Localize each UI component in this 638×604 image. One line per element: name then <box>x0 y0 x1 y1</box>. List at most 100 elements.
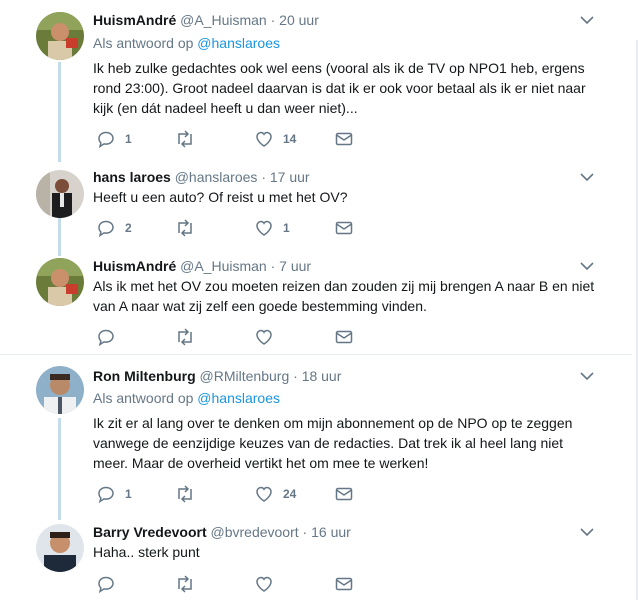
tweet-text-line: van A naar wat zij zelf een goede bestem… <box>93 298 427 314</box>
chevron-down-icon[interactable] <box>580 369 594 383</box>
like-button[interactable] <box>255 327 283 347</box>
display-name[interactable]: HuismAndré <box>93 258 176 274</box>
reply-count: 2 <box>125 221 132 235</box>
dot-separator: · <box>270 258 276 274</box>
timestamp[interactable]: 17 uur <box>270 169 310 185</box>
chevron-down-icon[interactable] <box>580 259 594 273</box>
dot-separator: · <box>302 524 308 540</box>
user-handle[interactable]: @hanslaroes <box>175 169 258 185</box>
dm-icon <box>335 577 353 591</box>
reply-button[interactable] <box>97 327 125 347</box>
reply-context: Als antwoord op @hanslaroes <box>93 390 280 406</box>
tweet-text-line: Als ik met het OV zou moeten reizen dan … <box>93 278 595 294</box>
like-button[interactable]: 14 <box>255 129 296 149</box>
reply-count: 1 <box>125 487 132 501</box>
like-count: 24 <box>283 487 297 501</box>
user-handle[interactable]: @A_Huisman <box>180 12 267 28</box>
reply-icon <box>98 329 114 346</box>
tweet-feed: HuismAndré @A_Huisman · 20 uur Als antwo… <box>0 0 632 604</box>
tweet-header: Ron Miltenburg @RMiltenburg · 18 uur <box>93 368 341 384</box>
avatar[interactable] <box>36 258 84 306</box>
dm-button[interactable] <box>335 327 353 347</box>
tweet[interactable]: HuismAndré @A_Huisman · 7 uur Als ik met… <box>0 250 632 354</box>
like-icon <box>256 131 272 147</box>
display-name[interactable]: Barry Vredevoort <box>93 524 207 540</box>
dm-icon <box>335 221 353 235</box>
retweet-button[interactable] <box>175 484 205 504</box>
avatar[interactable] <box>36 12 84 60</box>
dm-button[interactable] <box>335 484 353 504</box>
dm-icon <box>335 487 353 501</box>
tweet-actions <box>93 574 393 594</box>
like-button[interactable]: 24 <box>255 484 296 504</box>
retweet-button[interactable] <box>175 327 205 347</box>
like-icon <box>256 486 272 502</box>
user-handle[interactable]: @A_Huisman <box>180 258 267 274</box>
tweet-header: hans laroes @hanslaroes · 17 uur <box>93 169 310 185</box>
chevron-down-icon[interactable] <box>580 13 594 27</box>
timestamp[interactable]: 16 uur <box>311 524 351 540</box>
reply-prefix: Als antwoord op <box>93 390 194 406</box>
retweet-icon <box>178 328 192 346</box>
avatar[interactable] <box>36 366 84 414</box>
user-handle[interactable]: @RMiltenburg <box>200 368 290 384</box>
tweet-text: Ik heb zulke gedachtes ook wel eens (voo… <box>93 58 613 118</box>
timestamp[interactable]: 18 uur <box>302 368 342 384</box>
tweet-header: HuismAndré @A_Huisman · 20 uur <box>93 12 319 28</box>
retweet-button[interactable] <box>175 129 205 149</box>
dm-button[interactable] <box>335 129 353 149</box>
like-icon <box>256 329 272 345</box>
tweet-text: Heeft u een auto? Of reist u met het OV? <box>93 187 613 207</box>
reply-icon <box>98 486 114 503</box>
tweet-text-line: meer. Maar de overheid vertikt het om me… <box>93 455 429 471</box>
reply-button[interactable]: 1 <box>97 484 132 504</box>
like-count: 14 <box>283 132 297 146</box>
like-button[interactable] <box>255 574 283 594</box>
retweet-icon <box>178 485 192 503</box>
reply-button[interactable]: 1 <box>97 129 132 149</box>
like-count: 1 <box>283 221 290 235</box>
reply-icon <box>98 576 114 593</box>
dm-button[interactable] <box>335 218 353 238</box>
retweet-icon <box>178 575 192 593</box>
retweet-button[interactable] <box>175 218 205 238</box>
reply-count: 1 <box>125 132 132 146</box>
reply-icon <box>98 131 114 148</box>
display-name[interactable]: hans laroes <box>93 169 171 185</box>
tweet[interactable]: hans laroes @hanslaroes · 17 uur Heeft u… <box>0 160 632 250</box>
dot-separator: · <box>293 368 298 384</box>
dm-icon <box>335 330 353 344</box>
avatar[interactable] <box>36 524 84 572</box>
tweet-text: Als ik met het OV zou moeten reizen dan … <box>93 276 613 316</box>
timestamp[interactable]: 7 uur <box>279 258 311 274</box>
retweet-icon <box>178 130 192 148</box>
reply-handle-link[interactable]: @hanslaroes <box>197 35 280 51</box>
tweet[interactable]: Ron Miltenburg @RMiltenburg · 18 uur Als… <box>0 355 632 520</box>
tweet-text-line: kijk (en dát nadeel heeft u dan weer nie… <box>93 100 358 116</box>
tweet-text-line: Ik heb zulke gedachtes ook wel eens (voo… <box>93 60 585 76</box>
reply-handle-link[interactable]: @hanslaroes <box>197 390 280 406</box>
tweet-text-line: Heeft u een auto? Of reist u met het OV? <box>93 189 348 205</box>
dm-button[interactable] <box>335 574 353 594</box>
tweet[interactable]: HuismAndré @A_Huisman · 20 uur Als antwo… <box>0 0 632 160</box>
timestamp[interactable]: 20 uur <box>279 12 319 28</box>
dot-separator: · <box>270 12 276 28</box>
tweet-actions <box>93 327 393 347</box>
retweet-button[interactable] <box>175 574 205 594</box>
chevron-down-icon[interactable] <box>580 525 594 539</box>
tweet-header: HuismAndré @A_Huisman · 7 uur <box>93 258 311 274</box>
chevron-down-icon[interactable] <box>580 170 594 184</box>
display-name[interactable]: HuismAndré <box>93 12 176 28</box>
avatar[interactable] <box>36 170 84 218</box>
like-button[interactable]: 1 <box>255 218 290 238</box>
like-icon <box>256 576 272 592</box>
reply-button[interactable] <box>97 574 125 594</box>
tweet-actions: 1 24 <box>93 484 393 504</box>
tweet-actions: 2 1 <box>93 218 393 238</box>
tweet[interactable]: Barry Vredevoort @bvredevoort · 16 uur H… <box>0 520 632 604</box>
display-name[interactable]: Ron Miltenburg <box>93 368 196 384</box>
tweet-header: Barry Vredevoort @bvredevoort · 16 uur <box>93 524 351 540</box>
user-handle[interactable]: @bvredevoort <box>211 524 299 540</box>
reply-button[interactable]: 2 <box>97 218 132 238</box>
reply-context: Als antwoord op @hanslaroes <box>93 35 280 51</box>
